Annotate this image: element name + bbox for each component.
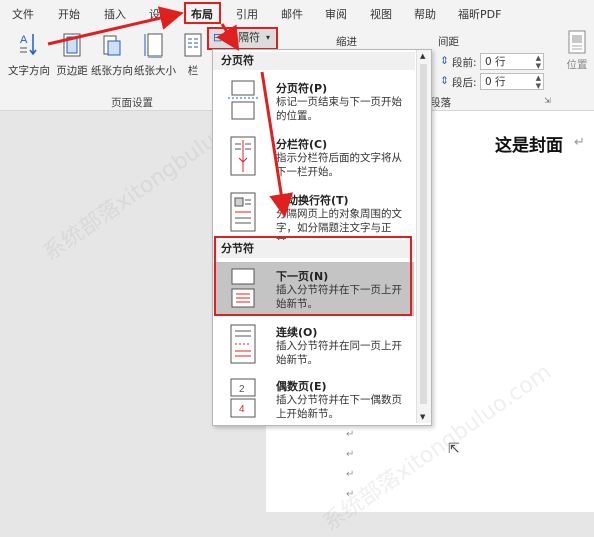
menu-item-continuous[interactable]: 连续(O) 插入分节符并在同一页上开始新节。 [214,318,414,372]
menu-item-title: 自动换行符(T) [276,194,349,207]
breaks-label: 分隔符 [227,31,260,44]
paragraph-mark: ↵ [346,449,355,460]
svg-text:2: 2 [239,384,245,395]
position-label: 位置 [566,59,588,71]
menu-item-title: 下一页(N) [276,270,329,283]
scroll-thumb[interactable] [420,64,427,404]
menu-item-title: 分栏符(C) [276,138,328,151]
spacing-label: 间距 [438,36,459,48]
position-button[interactable]: 位置 [562,30,592,72]
cover-text[interactable]: 这是封面 [495,131,563,156]
columns-icon [184,33,202,57]
paragraph-mark: ↵ [346,429,355,440]
menu-item-desc: 插入分节符并在同一页上开始新节。 [276,340,402,366]
breaks-dropdown-menu: 分页符 分页符(P) 标记一页结束与下一页开始的位置。 分栏符(C) 指示分栏符… [212,49,432,426]
margins-icon [63,33,81,57]
margins-label: 页边距 [56,65,88,77]
text-direction-button[interactable]: A 文字方向 [6,32,52,78]
scroll-up-icon[interactable]: ▲ [420,52,425,60]
tab-file[interactable]: 文件 [12,6,34,22]
menu-scrollbar[interactable]: ▲ ▼ [416,50,431,423]
columns-button[interactable]: 栏 [175,32,211,78]
space-after-label: 段后: [452,77,477,89]
page-setup-group-label: 页面设置 [111,97,153,109]
menu-item-desc: 插入分节符并在下一页上开始新节。 [276,284,402,310]
page-size-button[interactable]: 纸张大小 [134,32,176,78]
menu-item-desc: 插入分节符并在下一偶数页上开始新节。 [276,394,402,420]
tab-view[interactable]: 视图 [370,6,392,22]
orientation-icon [103,35,121,56]
tab-references[interactable]: 引用 [236,6,258,22]
space-before-input[interactable]: 0 行 ▲ ▼ [480,53,544,70]
space-before-value: 0 行 [485,56,506,68]
paragraph-group-label: 段落 [430,97,451,109]
page-size-icon [144,33,163,59]
paragraph-mark: ↵ [346,469,355,480]
svg-text:4: 4 [239,404,245,415]
tab-review[interactable]: 审阅 [325,6,347,22]
svg-text:A: A [20,34,28,46]
space-after-input[interactable]: 0 行 ▲ ▼ [480,73,544,90]
tab-home[interactable]: 开始 [58,6,80,22]
tab-design[interactable]: 设计 [149,6,171,22]
menu-item-even-page[interactable]: 2 4 偶数页(E) 插入分节符并在下一偶数页上开始新节。 [214,372,414,426]
menu-item-title: 连续(O) [276,326,318,339]
menu-item-next-page[interactable]: 下一页(N) 插入分节符并在下一页上开始新节。 [214,262,414,316]
ribbon-tab-bar: 文件 开始 插入 设计 布局 引用 邮件 审阅 视图 帮助 福昕PDF [0,0,594,26]
space-after-icon: ⇕ [440,75,449,87]
column-break-icon [230,136,256,176]
dialog-launcher-icon[interactable]: ⇲ [544,96,551,105]
breaks-button[interactable]: ⊟ 分隔符 ▾ [208,28,276,48]
text-wrapping-icon [230,192,256,232]
tab-foxit-pdf[interactable]: 福昕PDF [458,6,501,22]
page-size-label: 纸张大小 [134,65,176,77]
breaks-icon: ⊟ [213,31,223,44]
even-page-section-icon: 2 4 [230,378,256,418]
paragraph-mark: ↵ [346,489,355,500]
menu-item-title: 分页符(P) [276,82,328,95]
text-direction-icon: A [20,34,37,56]
section-breaks-header: 分节符 [213,240,415,258]
orientation-button[interactable]: 纸张方向 [91,32,133,78]
chevron-down-icon: ▾ [266,33,271,42]
columns-label: 栏 [187,65,199,77]
page-breaks-header: 分页符 [213,52,415,70]
tab-layout[interactable]: 布局 [191,6,213,22]
text-direction-label: 文字方向 [8,65,50,77]
page-break-icon [228,80,258,120]
scroll-down-icon[interactable]: ▼ [420,413,425,421]
indent-label: 缩进 [336,36,357,48]
mouse-cursor-icon: ⇱ [448,441,460,457]
space-before-icon: ⇕ [440,55,449,67]
tab-help[interactable]: 帮助 [414,6,436,22]
menu-item-desc: 标记一页结束与下一页开始的位置。 [276,96,402,122]
tab-insert[interactable]: 插入 [104,6,126,22]
margins-button[interactable]: 页边距 [52,32,92,78]
menu-item-text-wrapping-break[interactable]: 自动换行符(T) 分隔网页上的对象周围的文字，如分隔题注文字与正文。 [214,186,414,248]
next-page-section-icon [231,268,255,308]
space-after-value: 0 行 [485,76,506,88]
menu-item-column-break[interactable]: 分栏符(C) 指示分栏符后面的文字将从下一栏开始。 [214,130,414,184]
menu-item-page-break[interactable]: 分页符(P) 标记一页结束与下一页开始的位置。 [214,74,414,128]
space-before-label: 段前: [452,57,477,69]
spinner-arrows-icon[interactable]: ▲ ▼ [536,74,541,90]
orientation-label: 纸张方向 [91,65,133,77]
continuous-section-icon [230,324,256,364]
position-icon [568,30,586,54]
spinner-arrows-icon[interactable]: ▲ ▼ [536,54,541,70]
menu-item-title: 偶数页(E) [276,380,327,393]
paragraph-mark: ↵ [574,135,585,150]
tab-mailings[interactable]: 邮件 [281,6,303,22]
menu-item-desc: 指示分栏符后面的文字将从下一栏开始。 [276,152,402,178]
